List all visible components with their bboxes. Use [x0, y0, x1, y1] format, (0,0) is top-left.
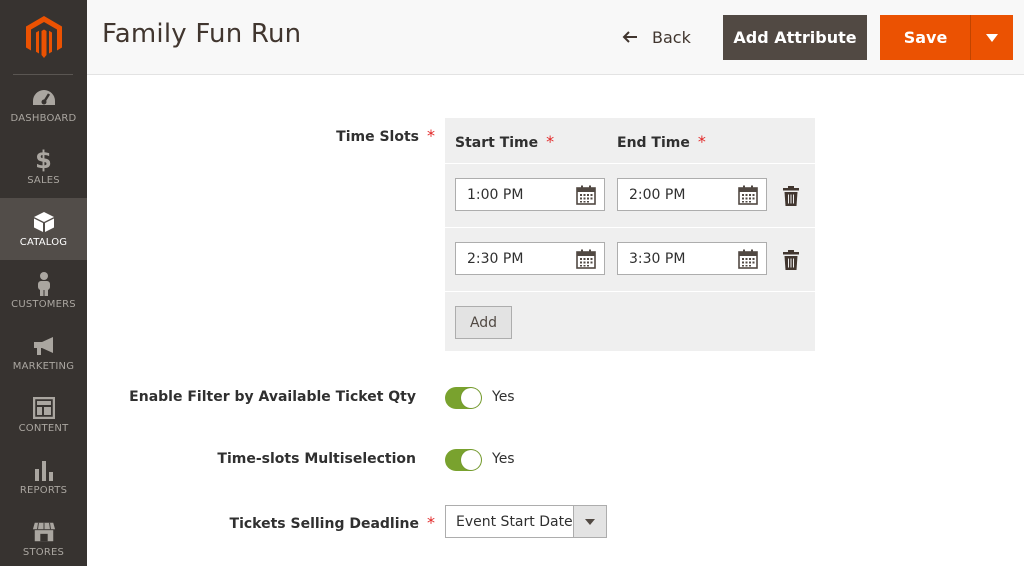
save-button[interactable]: Save — [880, 15, 971, 60]
select-caret — [573, 506, 606, 537]
multiselection-toggle[interactable] — [445, 449, 482, 471]
time-slots-table: Start Time * End Time * 1:00 PM 2:00 PM 2:… — [445, 118, 815, 351]
layout-icon — [32, 396, 56, 420]
arrow-left-icon — [622, 30, 638, 44]
multiselection-label: Time-slots Multiselection — [217, 451, 416, 467]
back-button[interactable]: Back — [622, 24, 691, 50]
nav-label: DASHBOARD — [10, 113, 77, 124]
store-icon — [32, 520, 56, 544]
end-time-input[interactable]: 3:30 PM — [617, 242, 767, 275]
back-button-label: Back — [652, 27, 691, 47]
end-time-input[interactable]: 2:00 PM — [617, 178, 767, 211]
chevron-down-icon — [986, 33, 998, 42]
megaphone-icon — [32, 334, 56, 358]
add-time-slot-button[interactable]: Add — [455, 306, 512, 339]
multiselection-value: Yes — [492, 451, 515, 467]
add-attribute-button[interactable]: Add Attribute — [723, 15, 867, 60]
start-time-input[interactable]: 1:00 PM — [455, 178, 605, 211]
nav-content[interactable]: CONTENT — [0, 384, 87, 446]
start-time-input[interactable]: 2:30 PM — [455, 242, 605, 275]
calendar-icon[interactable] — [738, 249, 758, 269]
deadline-select[interactable]: Event Start Date — [445, 505, 607, 538]
box-icon — [32, 210, 56, 234]
nav-marketing[interactable]: MARKETING — [0, 322, 87, 384]
enable-filter-value: Yes — [492, 389, 515, 405]
nav-stores[interactable]: STORES — [0, 508, 87, 566]
bar-chart-icon — [32, 458, 56, 482]
person-icon — [32, 272, 56, 296]
time-slot-row: 2:30 PM 3:30 PM — [445, 227, 815, 291]
trash-icon[interactable] — [783, 250, 799, 270]
chevron-down-icon — [585, 518, 595, 525]
nav-label: MARKETING — [12, 361, 75, 372]
magento-logo[interactable] — [0, 0, 87, 74]
trash-icon[interactable] — [783, 186, 799, 206]
toggle-knob — [461, 388, 481, 408]
magento-logo-icon — [25, 16, 62, 58]
nav-customers[interactable]: CUSTOMERS — [0, 260, 87, 322]
calendar-icon[interactable] — [738, 185, 758, 205]
end-time-header-text: End Time — [617, 135, 690, 151]
admin-sidebar: DASHBOARD $ SALES CATALOG CUSTOMERS MARK… — [0, 0, 87, 566]
start-time-header-text: Start Time — [455, 135, 539, 151]
nav-reports[interactable]: REPORTS — [0, 446, 87, 508]
start-time-header: Start Time * — [455, 132, 554, 151]
nav-label: CONTENT — [18, 423, 69, 434]
calendar-icon[interactable] — [576, 185, 596, 205]
nav-dashboard[interactable]: DASHBOARD — [0, 74, 87, 136]
nav-label: STORES — [22, 547, 65, 558]
nav-label: CUSTOMERS — [11, 299, 76, 310]
deadline-label: Tickets Selling Deadline * — [200, 513, 435, 532]
start-time-value: 1:00 PM — [467, 186, 524, 203]
required-marker: * — [697, 132, 706, 151]
page-header: Family Fun Run Back Add Attribute Save — [87, 0, 1024, 75]
required-marker: * — [546, 132, 555, 151]
deadline-select-value: Event Start Date — [456, 514, 573, 530]
page-title: Family Fun Run — [102, 19, 302, 49]
nav-sales[interactable]: $ SALES — [0, 136, 87, 198]
time-slots-label-text: Time Slots — [336, 129, 419, 145]
nav-label: REPORTS — [19, 485, 68, 496]
time-slots-footer: Add — [445, 291, 815, 351]
nav-label: CATALOG — [19, 237, 68, 248]
end-time-value: 2:00 PM — [629, 186, 686, 203]
time-slots-header: Start Time * End Time * — [445, 118, 815, 163]
enable-filter-toggle[interactable] — [445, 387, 482, 409]
dollar-icon: $ — [35, 146, 52, 174]
nav-catalog[interactable]: CATALOG — [0, 198, 87, 260]
required-marker: * — [427, 513, 435, 532]
calendar-icon[interactable] — [576, 249, 596, 269]
save-options-toggle[interactable] — [970, 15, 1013, 60]
time-slots-label: Time Slots * — [300, 126, 435, 145]
enable-filter-label: Enable Filter by Available Ticket Qty — [129, 389, 416, 405]
start-time-value: 2:30 PM — [467, 250, 524, 267]
deadline-label-text: Tickets Selling Deadline — [229, 516, 419, 532]
end-time-header: End Time * — [617, 132, 706, 151]
nav-label: SALES — [27, 175, 60, 186]
required-marker: * — [427, 126, 435, 145]
dashboard-gauge-icon — [32, 86, 56, 110]
time-slot-row: 1:00 PM 2:00 PM — [445, 163, 815, 227]
toggle-knob — [461, 450, 481, 470]
end-time-value: 3:30 PM — [629, 250, 686, 267]
